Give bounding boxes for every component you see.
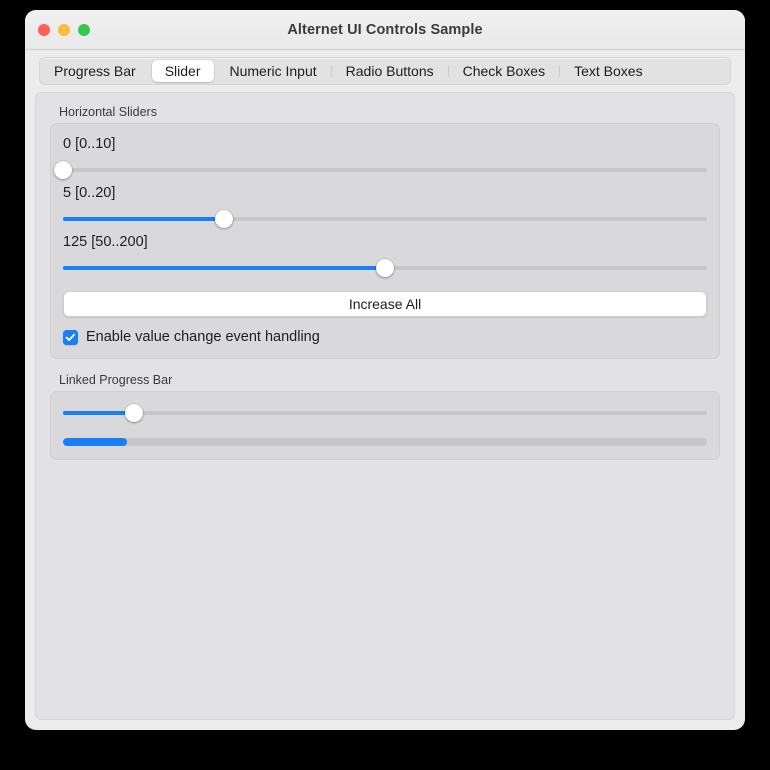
- tab-bar: Progress Bar Slider Numeric Input Radio …: [39, 57, 731, 85]
- slider-2-value-label: 5 [0..20]: [63, 185, 116, 201]
- slider-row-1: 0 [0..10]: [54, 136, 707, 179]
- linked-progress-bar-panel: [50, 391, 720, 460]
- tab-radio-buttons[interactable]: Radio Buttons: [332, 58, 448, 84]
- close-window-button[interactable]: [38, 23, 50, 36]
- linked-progress-bar-fill: [63, 438, 128, 446]
- linked-slider[interactable]: [63, 404, 707, 422]
- tab-numeric-input[interactable]: Numeric Input: [216, 58, 331, 84]
- enable-value-change-checkbox[interactable]: [63, 329, 78, 345]
- title-bar: Alternet UI Controls Sample: [25, 10, 745, 50]
- enable-value-change-row[interactable]: Enable value change event handling: [63, 329, 707, 345]
- zoom-window-button[interactable]: [78, 23, 90, 36]
- slider-2-fill: [63, 217, 224, 221]
- tab-slider[interactable]: Slider: [151, 60, 214, 82]
- slider-3-value-label: 125 [50..200]: [63, 234, 148, 250]
- tab-progress-bar[interactable]: Progress Bar: [40, 58, 150, 84]
- linked-progress-bar-group: Linked Progress Bar: [50, 373, 720, 460]
- increase-all-button[interactable]: Increase All: [63, 291, 707, 317]
- slider-1-value-label: 0 [0..10]: [63, 136, 116, 152]
- tab-bar-container: Progress Bar Slider Numeric Input Radio …: [25, 50, 745, 85]
- app-window: Alternet UI Controls Sample Progress Bar…: [25, 10, 745, 730]
- traffic-light-controls: [38, 23, 90, 36]
- minimize-window-button[interactable]: [58, 23, 70, 36]
- linked-slider-track: [63, 411, 707, 415]
- slider-3-thumb[interactable]: [376, 259, 394, 277]
- enable-value-change-label: Enable value change event handling: [86, 329, 320, 345]
- slider-1[interactable]: [54, 161, 707, 179]
- slider-3-fill: [63, 266, 385, 270]
- linked-slider-fill: [63, 411, 134, 415]
- slider-row-2: 5 [0..20]: [63, 185, 707, 228]
- slider-1-thumb[interactable]: [54, 161, 72, 179]
- tab-text-boxes[interactable]: Text Boxes: [560, 58, 656, 84]
- slider-1-track: [63, 168, 707, 172]
- window-title: Alternet UI Controls Sample: [287, 21, 483, 38]
- horizontal-sliders-group-label: Horizontal Sliders: [59, 105, 157, 119]
- tab-page-slider: Horizontal Sliders 0 [0..10] 5 [0..20] 1…: [35, 92, 735, 720]
- tab-check-boxes[interactable]: Check Boxes: [449, 58, 559, 84]
- linked-progress-bar-group-label: Linked Progress Bar: [59, 373, 173, 387]
- horizontal-sliders-panel: 0 [0..10] 5 [0..20] 125 [50..200] Increa…: [50, 123, 720, 359]
- linked-slider-thumb[interactable]: [124, 404, 143, 422]
- slider-2[interactable]: [63, 210, 707, 228]
- slider-row-3: 125 [50..200]: [63, 234, 707, 277]
- horizontal-sliders-group: Horizontal Sliders 0 [0..10] 5 [0..20] 1…: [50, 105, 720, 359]
- linked-progress-bar: [63, 438, 707, 446]
- slider-2-thumb[interactable]: [215, 210, 233, 228]
- tab-separator: [150, 65, 151, 77]
- slider-3[interactable]: [63, 259, 707, 277]
